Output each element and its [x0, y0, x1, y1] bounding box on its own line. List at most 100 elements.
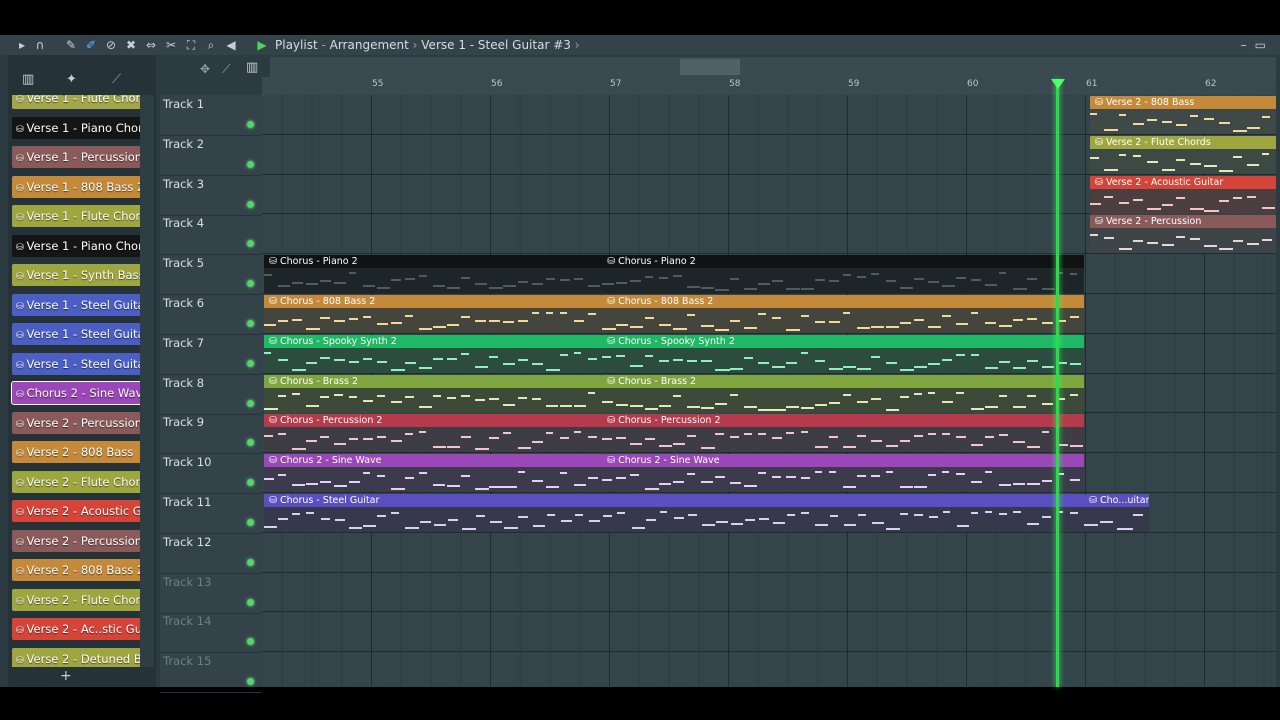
- playlist-grid[interactable]: ⛁ Verse 2 - 808 Bass ⛁ Verse 2 - Flute Ch…: [262, 95, 1276, 692]
- mute-icon[interactable]: ✖: [124, 38, 138, 52]
- slip-icon[interactable]: ⇔: [144, 38, 158, 52]
- track-header[interactable]: Track 5: [160, 254, 262, 296]
- pattern-clip[interactable]: ⛁ Chorus 2 - Sine Wave: [264, 454, 603, 493]
- automation-icon[interactable]: ⟋: [112, 72, 121, 87]
- track-enable-led-icon[interactable]: [247, 320, 254, 327]
- pattern-view-icon[interactable]: ▥: [246, 60, 258, 75]
- pattern-clip[interactable]: ⛁ Chorus - Piano 2: [602, 255, 1085, 294]
- pattern-clip[interactable]: ⛁ Chorus - Brass 2: [264, 374, 603, 413]
- options-arrow-icon[interactable]: ▸: [15, 38, 29, 52]
- playlist-overview-scrollbar[interactable]: [270, 57, 1276, 77]
- pattern-clip[interactable]: ⛁ Chorus - Spooky Synth 2: [264, 334, 603, 373]
- timeline-ruler[interactable]: 55 56 57 58 59 60 61 62: [262, 77, 1276, 95]
- track-header[interactable]: Track 1: [160, 95, 262, 136]
- pattern-item[interactable]: ⛁ Verse 2 - 808 Bass: [12, 441, 140, 463]
- track-enable-led-icon[interactable]: [247, 638, 254, 646]
- pattern-item[interactable]: ⛁Verse 2 - Flute Chords 2: [12, 588, 140, 611]
- pattern-clip[interactable]: ⛁ Chorus - Steel Guitar: [264, 494, 1085, 532]
- track-enable-led-icon[interactable]: [247, 280, 254, 288]
- track-enable-led-icon[interactable]: [247, 240, 254, 248]
- pattern-item[interactable]: ⛁Verse 2 - Flute Chords: [12, 470, 140, 493]
- link-icon[interactable]: ⟋: [222, 62, 230, 77]
- pattern-item[interactable]: ⛁Verse 2 - Ac..stic Guitar 2: [12, 618, 140, 640]
- track-enable-led-icon[interactable]: [247, 121, 254, 128]
- track-enable-led-icon[interactable]: [247, 200, 254, 208]
- track-enable-led-icon[interactable]: [247, 678, 254, 686]
- playback-speaker-icon[interactable]: ◀: [224, 38, 238, 52]
- track-name[interactable]: Track 10: [163, 455, 211, 469]
- paint-brush-icon[interactable]: ✐: [84, 38, 98, 52]
- add-pattern-icon[interactable]: +: [60, 668, 72, 684]
- draw-pencil-icon[interactable]: ✎: [64, 38, 78, 52]
- track-header[interactable]: Track 4: [160, 214, 262, 256]
- window-controls[interactable]: –▭: [1241, 38, 1274, 52]
- track-header[interactable]: Track 14: [160, 612, 262, 654]
- breadcrumb[interactable]: Playlist - Arrangement › Verse 1 - Steel…: [275, 38, 580, 52]
- pattern-item[interactable]: ⛁ Verse 2 - Percussion: [12, 411, 140, 434]
- track-name[interactable]: Track 3: [163, 177, 204, 191]
- pattern-clip[interactable]: ⛁ Verse 2 - Flute Chords: [1090, 135, 1276, 174]
- pattern-item[interactable]: ⛁ Verse 1 - Steel Guitar: [12, 293, 140, 316]
- pattern-item[interactable]: ⛁ Verse 1 - Synth Bass: [12, 264, 140, 286]
- pattern-clip[interactable]: ⛁ Chorus - Spooky Synth 2: [602, 334, 1085, 373]
- track-header[interactable]: Track 3: [160, 175, 262, 216]
- snap-magnet-icon[interactable]: ∩: [33, 38, 47, 52]
- pattern-item[interactable]: ⛁Verse 1 - Steel Guitar #3: [12, 352, 140, 375]
- track-enable-led-icon[interactable]: [247, 519, 254, 526]
- pattern-clip[interactable]: ⛁ Verse 2 - Acoustic Guitar: [1090, 175, 1276, 214]
- track-name[interactable]: Track 2: [163, 137, 204, 151]
- track-enable-led-icon[interactable]: [247, 479, 254, 487]
- zoom-icon[interactable]: ⌕: [204, 38, 218, 52]
- overview-viewport[interactable]: [680, 59, 740, 75]
- pattern-item[interactable]: ⛁Verse 1 - Piano Chords: [12, 116, 140, 139]
- track-name[interactable]: Track 13: [163, 575, 211, 589]
- track-header[interactable]: Track 12: [160, 533, 262, 574]
- select-icon[interactable]: ⛶: [184, 38, 198, 52]
- track-name[interactable]: Track 9: [163, 415, 204, 429]
- audio-clip-icon[interactable]: ✦: [66, 72, 77, 87]
- track-header[interactable]: Track 2: [160, 135, 262, 176]
- track-enable-led-icon[interactable]: [247, 558, 254, 566]
- track-name[interactable]: Track 7: [163, 336, 204, 350]
- pattern-clip[interactable]: ⛁ Chorus - Piano 2: [264, 255, 603, 294]
- track-header[interactable]: Track 8: [160, 374, 262, 415]
- track-name[interactable]: Track 15: [163, 654, 211, 668]
- pattern-clip[interactable]: ⛁ Cho...uitar: [1084, 494, 1150, 532]
- pattern-item[interactable]: ⛁Verse 1 - Piano Chords 2: [12, 234, 140, 257]
- pattern-clip[interactable]: ⛁ Chorus - Percussion 2: [264, 414, 603, 453]
- pattern-item[interactable]: ⛁Verse 1 - Steel Guitar #2: [12, 323, 140, 345]
- track-name[interactable]: Track 6: [163, 296, 204, 310]
- arrangement-play-icon[interactable]: ▶: [255, 38, 269, 52]
- maximize-icon[interactable]: ▭: [1255, 38, 1274, 52]
- pattern-item[interactable]: ⛁ Verse 1 - 808 Bass 2: [12, 175, 140, 198]
- track-enable-led-icon[interactable]: [247, 160, 254, 168]
- track-name[interactable]: Track 8: [163, 376, 204, 390]
- pattern-clip[interactable]: ⛁ Chorus - Percussion 2: [602, 414, 1085, 453]
- pattern-clip[interactable]: ⛁ Chorus - Brass 2: [602, 374, 1085, 413]
- pattern-item[interactable]: ⛁Verse 1 - Flute Chords: [12, 95, 140, 109]
- pattern-clip[interactable]: ⛁ Chorus - 808 Bass 2: [264, 295, 603, 333]
- pattern-mode-icon[interactable]: ▥: [22, 72, 34, 87]
- minimize-icon[interactable]: –: [1241, 38, 1255, 52]
- pattern-item[interactable]: ⛁Verse 1 - Percussion 2: [12, 146, 140, 168]
- pattern-item[interactable]: ⛁ Verse 2 - 808 Bass 2: [12, 559, 140, 581]
- track-header[interactable]: Track 13: [160, 573, 262, 614]
- track-name[interactable]: Track 1: [163, 97, 204, 111]
- delete-icon[interactable]: ⊘: [104, 38, 118, 52]
- slice-icon[interactable]: ✂: [164, 38, 178, 52]
- track-enable-led-icon[interactable]: [247, 439, 254, 447]
- pattern-item[interactable]: ⛁Verse 1 - Flute Chords 2: [12, 205, 140, 227]
- track-name[interactable]: Track 11: [163, 495, 211, 509]
- track-header[interactable]: Track 10: [160, 453, 262, 495]
- pattern-clip[interactable]: ⛁ Chorus 2 - Sine Wave: [602, 454, 1085, 493]
- track-enable-led-icon[interactable]: [247, 399, 254, 407]
- pattern-item[interactable]: ⛁Verse 2 - Acoustic Guitar: [12, 500, 140, 522]
- track-enable-led-icon[interactable]: [247, 598, 254, 606]
- pattern-item[interactable]: ⛁ Chorus 2 - Sine Wave: [11, 381, 140, 405]
- pattern-item[interactable]: ⛁Verse 2 - Percussion 2: [12, 529, 140, 552]
- track-header[interactable]: Track 15: [160, 652, 262, 694]
- playhead-marker-icon[interactable]: [1051, 79, 1065, 89]
- pattern-item[interactable]: ⛁Verse 2 - Detuned Bass: [12, 647, 140, 667]
- playhead[interactable]: [1056, 79, 1059, 687]
- track-header[interactable]: Track 6: [160, 294, 262, 335]
